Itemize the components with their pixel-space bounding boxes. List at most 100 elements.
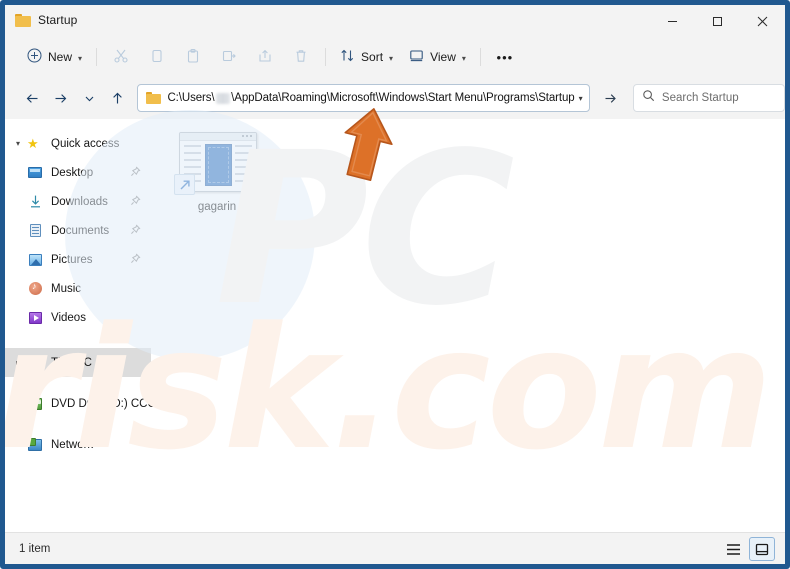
more-options-button[interactable]: ••• <box>487 43 523 71</box>
copy-button[interactable] <box>139 43 175 71</box>
sidebar-item-videos[interactable]: Videos <box>5 303 151 332</box>
back-button[interactable] <box>18 83 46 113</box>
sidebar-item-this-pc[interactable]: ▸ This PC <box>5 348 151 377</box>
redacted-username <box>215 92 231 104</box>
chevron-down-icon[interactable]: ▾ <box>575 94 583 103</box>
go-button[interactable] <box>597 84 625 112</box>
new-button-label: New <box>48 50 73 64</box>
sidebar-item-pictures[interactable]: Pictures <box>5 245 151 274</box>
music-icon <box>27 281 45 297</box>
this-pc-icon <box>27 355 45 371</box>
sidebar-item-dvd-drive[interactable]: ▸ DVD Drive (D:) CCCC <box>5 389 164 418</box>
status-bar: 1 item <box>5 532 785 564</box>
window-title-group: Startup <box>15 13 77 27</box>
scissors-icon <box>113 48 129 67</box>
sidebar-item-label: Downloads <box>51 195 108 208</box>
rename-icon <box>221 48 237 67</box>
toolbar-separator <box>479 48 481 66</box>
dvd-drive-icon <box>27 396 45 412</box>
sidebar-item-label: Quick access <box>51 137 120 150</box>
list-view-icon[interactable] <box>721 538 745 560</box>
trash-icon <box>293 48 309 67</box>
documents-icon <box>27 223 45 239</box>
shortcut-arrow-icon <box>174 174 195 195</box>
view-toggle-group <box>721 537 775 561</box>
sidebar-item-label: DVD Drive (D:) CCCC <box>51 397 165 410</box>
explorer-window: PC risk.com Startup New ▾ Sort ▾ View ▾ … <box>5 5 785 564</box>
clipboard-icon <box>185 48 201 67</box>
command-toolbar: New ▾ Sort ▾ View ▾ ••• <box>5 37 785 77</box>
search-placeholder: Search Startup <box>661 92 739 104</box>
sort-arrows-icon <box>340 48 355 66</box>
pin-icon[interactable] <box>130 223 141 238</box>
sidebar-item-label: Desktop <box>51 166 94 179</box>
sidebar-item-music[interactable]: Music <box>5 274 151 303</box>
cut-button[interactable] <box>103 43 139 71</box>
address-bar-row: C:\Users\ \AppData\Roaming\Microsoft\Win… <box>5 77 785 119</box>
new-button[interactable]: New ▾ <box>19 43 90 71</box>
sidebar-item-label: Documents <box>51 224 110 237</box>
window-title: Startup <box>38 13 78 27</box>
sort-button[interactable]: Sort ▾ <box>332 43 401 71</box>
ellipsis-icon: ••• <box>496 49 514 65</box>
address-path-prefix: C:\Users\ <box>167 92 215 104</box>
chevron-down-icon: ▾ <box>461 53 466 63</box>
sidebar-item-label: Music <box>51 282 82 295</box>
delete-button[interactable] <box>283 43 319 71</box>
search-icon <box>642 89 655 107</box>
folder-icon <box>146 92 162 104</box>
close-button[interactable] <box>740 5 785 37</box>
share-icon <box>257 48 273 67</box>
sort-button-label: Sort <box>361 50 384 64</box>
plus-circle-icon <box>27 48 42 66</box>
file-list-pane[interactable]: gagarin <box>151 119 785 532</box>
chevron-down-icon[interactable]: ▾ <box>9 139 27 148</box>
chevron-right-icon[interactable]: ▸ <box>9 399 27 408</box>
share-button[interactable] <box>247 43 283 71</box>
sidebar-item-desktop[interactable]: Desktop <box>5 158 151 187</box>
search-input[interactable]: Search Startup <box>632 84 785 112</box>
sidebar-item-label: Network <box>51 438 94 451</box>
paste-button[interactable] <box>175 43 211 71</box>
videos-icon <box>27 310 45 326</box>
sidebar-item-downloads[interactable]: Downloads <box>5 187 151 216</box>
chevron-right-icon[interactable]: ▸ <box>9 440 27 449</box>
file-item[interactable]: gagarin <box>165 127 269 213</box>
pin-icon[interactable] <box>130 252 141 267</box>
explorer-body: ▾ ★ Quick access Desktop Downloads Docum… <box>5 119 785 532</box>
star-icon: ★ <box>27 135 39 151</box>
chevron-down-icon: ▾ <box>78 53 83 63</box>
toolbar-separator <box>96 48 98 66</box>
sidebar-item-quick-access[interactable]: ▾ ★ Quick access <box>5 129 151 158</box>
forward-button[interactable] <box>47 83 75 113</box>
view-button-label: View <box>430 50 456 64</box>
file-item-label: gagarin <box>197 201 237 213</box>
desktop-icon <box>27 165 45 181</box>
address-path-suffix: \AppData\Roaming\Microsoft\Windows\Start… <box>231 92 575 104</box>
large-icons-view-icon[interactable] <box>749 537 775 561</box>
rename-button[interactable] <box>211 43 247 71</box>
chevron-right-icon[interactable]: ▸ <box>9 358 27 367</box>
shortcut-application-icon <box>174 127 260 197</box>
sidebar-item-label: This PC <box>51 356 92 369</box>
navigation-sidebar: ▾ ★ Quick access Desktop Downloads Docum… <box>5 119 164 532</box>
pin-icon[interactable] <box>130 165 141 180</box>
pictures-icon <box>27 252 45 268</box>
up-button[interactable] <box>103 83 131 113</box>
view-button[interactable]: View ▾ <box>401 43 474 71</box>
sidebar-item-documents[interactable]: Documents <box>5 216 151 245</box>
sidebar-item-label: Pictures <box>51 253 93 266</box>
sidebar-item-network[interactable]: ▸ Network <box>5 430 151 459</box>
item-count-label: 1 item <box>19 543 51 555</box>
address-input[interactable]: C:\Users\ \AppData\Roaming\Microsoft\Win… <box>137 84 590 112</box>
title-bar: Startup <box>5 5 785 37</box>
sidebar-item-label: Videos <box>51 311 86 324</box>
network-icon <box>27 437 45 453</box>
copy-icon <box>149 48 165 67</box>
window-controls <box>650 5 785 37</box>
recent-locations-button[interactable] <box>75 83 103 113</box>
minimize-button[interactable] <box>650 5 695 37</box>
pin-icon[interactable] <box>130 194 141 209</box>
monitor-icon <box>409 48 424 66</box>
maximize-button[interactable] <box>695 5 740 37</box>
